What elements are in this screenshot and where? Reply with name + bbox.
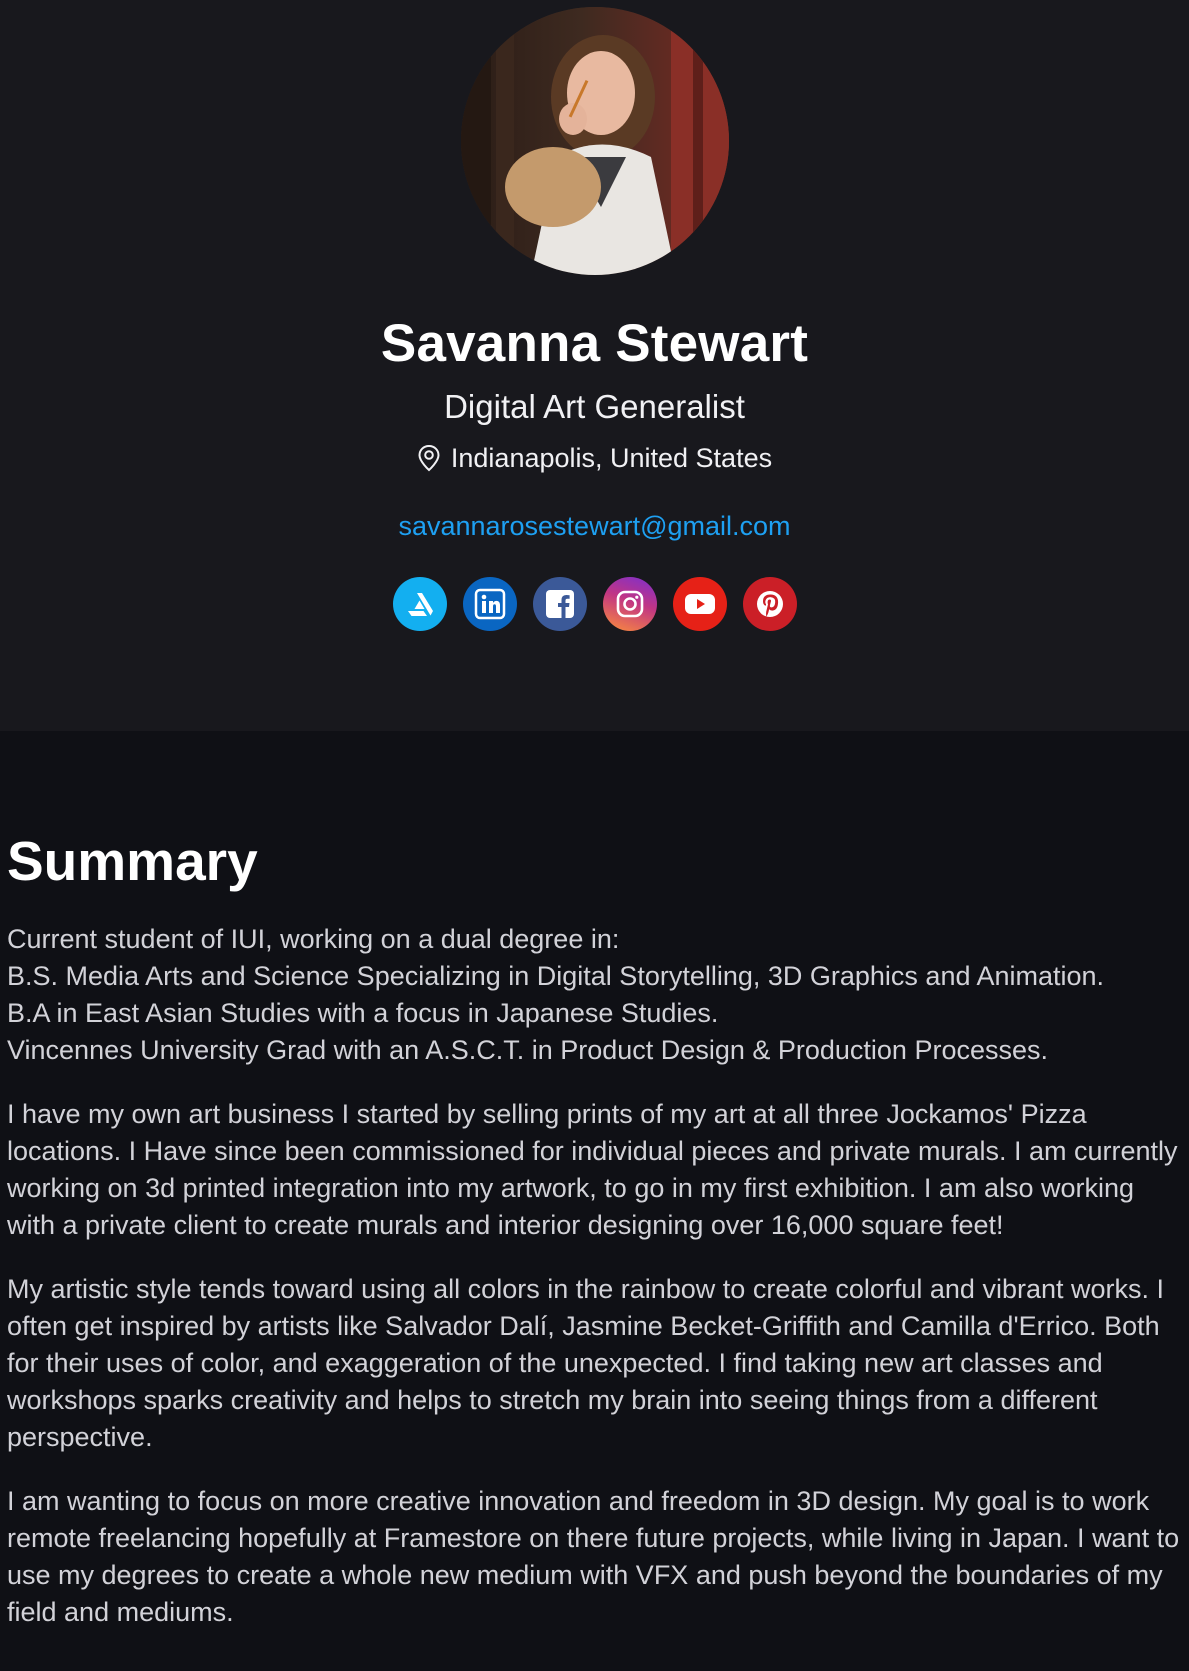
email-link[interactable]: savannarosestewart@gmail.com xyxy=(398,509,790,544)
avatar xyxy=(460,7,729,275)
pinterest-icon xyxy=(756,591,783,618)
summary-intro-line: Current student of IUI, working on a dua… xyxy=(7,924,620,955)
instagram-button[interactable] xyxy=(602,577,657,632)
youtube-icon xyxy=(684,594,715,615)
pinterest-button[interactable] xyxy=(742,577,797,632)
facebook-button[interactable] xyxy=(532,577,587,632)
social-links xyxy=(392,577,797,632)
summary-paragraph-business: I have my own art business I started by … xyxy=(7,1099,1178,1241)
youtube-button[interactable] xyxy=(672,577,727,632)
summary-heading: Summary xyxy=(7,830,258,892)
location-text: Indianapolis, United States xyxy=(450,442,773,473)
summary-paragraph-goals: I am wanting to focus on more creative i… xyxy=(7,1486,1180,1628)
artstation-button[interactable] xyxy=(392,577,447,632)
facebook-icon xyxy=(545,590,574,619)
summary-paragraph-style: My artistic style tends toward using all… xyxy=(7,1274,1165,1453)
location-pin-icon xyxy=(418,445,440,472)
profile-role: Digital Art Generalist xyxy=(444,388,745,426)
profile-photo xyxy=(460,7,729,275)
summary-intro-line: Vincennes University Grad with an A.S.C.… xyxy=(7,1035,1048,1066)
summary-section: Summary Current student of IUI, working … xyxy=(0,830,1189,1631)
summary-intro-line: B.A in East Asian Studies with a focus i… xyxy=(7,998,719,1029)
linkedin-icon xyxy=(474,588,505,620)
profile-location: Indianapolis, United States xyxy=(417,441,772,476)
summary-text: Current student of IUI, working on a dua… xyxy=(7,921,1182,1631)
profile-header: Savanna Stewart Digital Art Generalist I… xyxy=(0,0,1189,731)
summary-intro-line: B.S. Media Arts and Science Specializing… xyxy=(7,961,1105,992)
profile-name: Savanna Stewart xyxy=(380,314,809,373)
summary-intro: Current student of IUI, working on a dua… xyxy=(7,921,1182,1069)
instagram-icon xyxy=(616,590,643,618)
artstation-icon xyxy=(407,593,433,617)
linkedin-button[interactable] xyxy=(462,577,517,632)
